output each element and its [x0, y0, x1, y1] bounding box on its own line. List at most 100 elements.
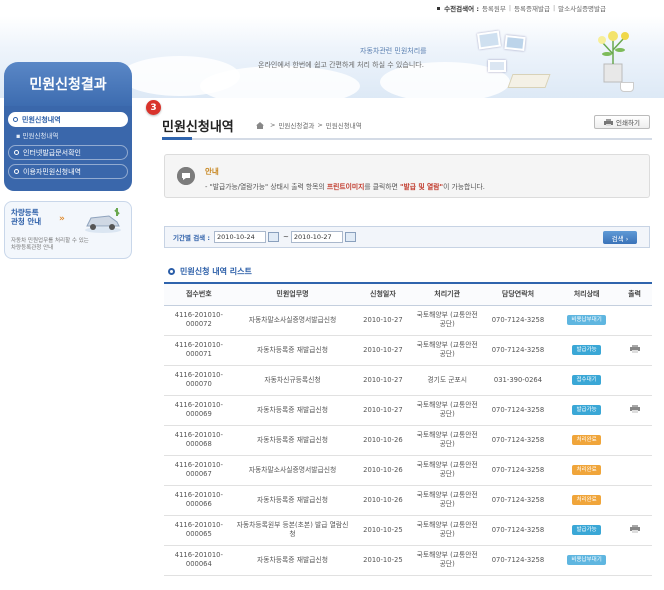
breadcrumb-results[interactable]: 민원신청결과: [278, 120, 314, 130]
sidebar-subitem-application-history[interactable]: ▪ 민원신청내역: [8, 130, 128, 140]
agency: 국토해양부 (교통안전공단): [414, 515, 480, 546]
table-row[interactable]: 4116-201010-000069 자동차등록증 재발급신청 2010-10-27…: [164, 395, 652, 426]
receipt-number: 4116-201010-000064: [164, 545, 234, 576]
table-row[interactable]: 4116-201010-000066 자동차등록증 재발급신청 2010-10-26…: [164, 485, 652, 516]
apply-date: 2010-10-26: [351, 425, 415, 456]
print-cell: [617, 335, 652, 366]
task-name[interactable]: 자동차등록증 재발급신청: [233, 395, 352, 426]
table-row[interactable]: 4116-201010-000067 자동차말소사실증명서발급신청 2010-10-…: [164, 455, 652, 486]
banner-line-2: 온라인에서 한번에 쉽고 간편하게 처리 하실 수 있습니다.: [258, 61, 424, 69]
topbar-link-reissue[interactable]: 등록증재발급: [514, 3, 550, 13]
task-name[interactable]: 자동차등록증 재발급신청: [233, 485, 352, 516]
table-row[interactable]: 4116-201010-000071 자동차등록증 재발급신청 2010-10-27…: [164, 335, 652, 366]
print-button-label: 인쇄하기: [616, 119, 640, 127]
table-header-row: 접수번호 민원업무명 신청일자 처리기관 담당연락처 처리상태 출력: [164, 282, 652, 306]
task-name[interactable]: 자동차등록원부 등본(초본) 발급 열람신청: [233, 515, 352, 546]
status-badge[interactable]: 발급가능: [572, 345, 601, 355]
agency: 국토해양부 (교통안전공단): [414, 455, 480, 486]
contact-number: 031-390-0264: [479, 365, 557, 396]
task-name[interactable]: 자동차등록증 재발급신청: [233, 425, 352, 456]
search-button[interactable]: 검색 ›: [603, 231, 637, 244]
receipt-number: 4116-201010-000066: [164, 485, 234, 516]
status-badge[interactable]: 발급가능: [572, 525, 601, 535]
date-to-input[interactable]: 2010-10-27: [290, 231, 343, 243]
status-cell: 비용납부대기: [556, 305, 618, 336]
photo-frame-icon: [488, 60, 506, 72]
topbar-link-registry[interactable]: 등록원부: [482, 3, 506, 13]
receipt-number: 4116-201010-000071: [164, 335, 234, 366]
date-from-input[interactable]: 2010-10-24: [214, 231, 267, 243]
status-badge[interactable]: 비용납부대기: [567, 555, 606, 565]
photo-frame-icon: [504, 34, 526, 52]
status-badge[interactable]: 처리완료: [572, 465, 601, 475]
print-cell: [617, 545, 652, 576]
agency: 국토해양부 (교통안전공단): [414, 395, 480, 426]
period-search-label: 기간별 검색 :: [173, 234, 211, 242]
printer-icon[interactable]: [629, 524, 640, 533]
apply-date: 2010-10-27: [351, 305, 415, 336]
contact-number: 070-7124-3258: [479, 335, 557, 366]
task-name[interactable]: 자동차신규등록신청: [233, 365, 352, 396]
registration-office-promo[interactable]: 차량등록 관청 안내 » 자동차 민원업무를 처리할 수 있는 차량등록관청 안…: [4, 201, 132, 259]
status-cell: 접수대기: [556, 365, 618, 396]
agency: 국토해양부 (교통안전공단): [414, 335, 480, 366]
status-badge[interactable]: 처리완료: [572, 435, 601, 445]
step-number-badge: 3: [146, 100, 161, 115]
car-icon: [85, 208, 121, 233]
agency: 국토해양부 (교통안전공단): [414, 545, 480, 576]
table-row[interactable]: 4116-201010-000065 자동차등록원부 등본(초본) 발급 열람신청…: [164, 515, 652, 546]
contact-number: 070-7124-3258: [479, 515, 557, 546]
calendar-icon[interactable]: [344, 232, 356, 242]
table-row[interactable]: 4116-201010-000070 자동차신규등록신청 2010-10-27 경기도…: [164, 365, 652, 396]
print-cell: [617, 515, 652, 546]
table-row[interactable]: 4116-201010-000072 자동차말소사실증명서발급신청 2010-10-…: [164, 305, 652, 336]
notice-text: - "발급가능/열람가능" 상태시 출력 항목의 프린트이미지를 클릭하면 "발…: [205, 183, 485, 191]
apply-date: 2010-10-27: [351, 395, 415, 426]
status-badge[interactable]: 비용납부대기: [567, 315, 606, 325]
agency: 국토해양부 (교통안전공단): [414, 425, 480, 456]
print-button[interactable]: 인쇄하기: [594, 115, 650, 129]
sidebar-item-document-check[interactable]: 인터넷발급문서확인: [8, 145, 128, 160]
receipt-number: 4116-201010-000072: [164, 305, 234, 336]
topbar-link-deregistration[interactable]: 말소사실증명발급: [558, 3, 606, 13]
agency: 경기도 군포시: [414, 365, 480, 396]
status-badge[interactable]: 처리완료: [572, 495, 601, 505]
status-cell: 처리완료: [556, 455, 618, 486]
contact-number: 070-7124-3258: [479, 545, 557, 576]
table-row[interactable]: 4116-201010-000064 자동차등록증 재발급신청 2010-10-25…: [164, 545, 652, 576]
notice-heading: 안내: [205, 167, 219, 176]
printer-icon[interactable]: [629, 404, 640, 413]
printer-icon: [604, 118, 614, 126]
top-utility-bar: 수전검색어 : 등록원부 | 등록증재발급 | 말소사실증명발급: [0, 0, 664, 16]
sidebar-item-user-history[interactable]: 이용자민원신청내역: [8, 164, 128, 179]
agency: 국토해양부 (교통안전공단): [414, 485, 480, 516]
promo-desc-1: 자동차 민원업무를 처리할 수 있는: [11, 238, 89, 244]
task-name[interactable]: 자동차말소사실증명서발급신청: [233, 455, 352, 486]
sidebar-item-application-history[interactable]: 민원신청내역: [8, 112, 128, 127]
task-name[interactable]: 자동차말소사실증명서발급신청: [233, 305, 352, 336]
circle-bullet-icon: [14, 169, 19, 174]
task-name[interactable]: 자동차등록증 재발급신청: [233, 335, 352, 366]
col-print: 출력: [617, 282, 652, 306]
receipt-number: 4116-201010-000070: [164, 365, 234, 396]
col-agency: 처리기관: [414, 282, 480, 306]
status-badge[interactable]: 발급가능: [572, 405, 601, 415]
sidebar-item-label: 인터넷발급문서확인: [23, 148, 81, 157]
title-divider: [162, 138, 652, 140]
printer-icon[interactable]: [629, 344, 640, 353]
frequent-search-label: 수전검색어 :: [444, 5, 479, 13]
status-badge[interactable]: 접수대기: [572, 375, 601, 385]
bullet-icon: [437, 6, 441, 10]
col-contact: 담당연락처: [479, 282, 557, 306]
receipt-number: 4116-201010-000069: [164, 395, 234, 426]
circle-bullet-icon: [168, 268, 175, 275]
status-cell: 비용납부대기: [556, 545, 618, 576]
contact-number: 070-7124-3258: [479, 395, 557, 426]
task-name[interactable]: 자동차등록증 재발급신청: [233, 545, 352, 576]
calendar-icon[interactable]: [268, 232, 280, 242]
banner-line-1: 자동차관련 민원처리를: [360, 47, 427, 55]
cup-icon: [620, 82, 634, 92]
table-row[interactable]: 4116-201010-000068 자동차등록증 재발급신청 2010-10-26…: [164, 425, 652, 456]
print-cell: [617, 395, 652, 426]
period-search-bar: 기간별 검색 : 2010-10-24 ~ 2010-10-27 검색 ›: [164, 226, 650, 248]
